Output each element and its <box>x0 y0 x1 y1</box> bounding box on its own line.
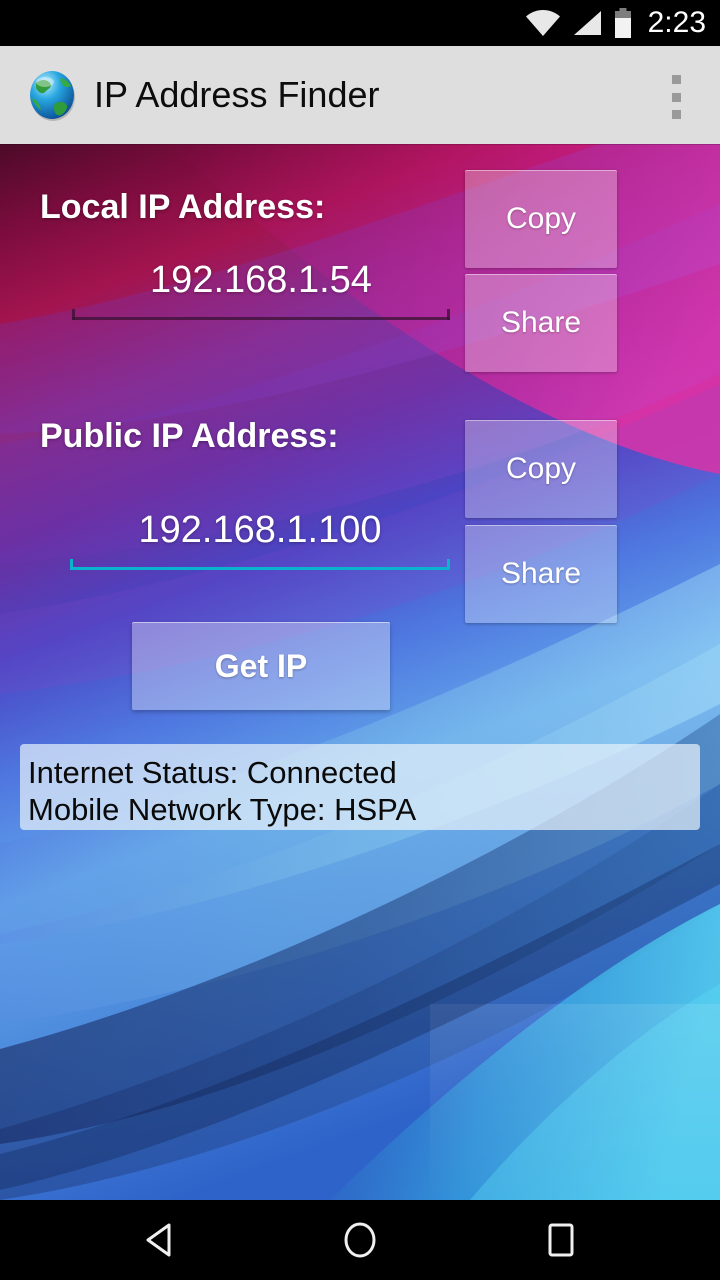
public-share-button[interactable]: Share <box>465 525 617 623</box>
home-circle-icon[interactable] <box>280 1200 440 1280</box>
status-bar-icons: 2:23 <box>525 0 706 46</box>
local-copy-button[interactable]: Copy <box>465 170 617 268</box>
overflow-dot <box>671 110 681 119</box>
recents-square-icon[interactable] <box>480 1200 640 1280</box>
wifi-icon <box>525 10 560 36</box>
local-ip-value: 192.168.1.54 <box>150 259 372 301</box>
public-ip-field[interactable]: 192.168.1.100 <box>70 504 450 570</box>
status-bar: 2:23 <box>0 0 720 46</box>
public-ip-underline <box>70 558 450 570</box>
back-triangle-icon[interactable] <box>80 1200 240 1280</box>
overflow-dot <box>671 92 681 102</box>
battery-icon <box>614 8 631 38</box>
status-bar-clock: 2:23 <box>647 6 706 39</box>
get-ip-button[interactable]: Get IP <box>132 622 390 710</box>
public-copy-button[interactable]: Copy <box>465 420 617 518</box>
public-ip-label: Public IP Address: <box>40 417 339 455</box>
main-content: Local IP Address: 192.168.1.54 Copy Shar… <box>0 144 720 1200</box>
overflow-dot <box>671 75 681 84</box>
local-ip-field[interactable]: 192.168.1.54 <box>72 254 450 320</box>
local-ip-label: Local IP Address: <box>40 188 326 226</box>
navigation-bar <box>0 1200 720 1280</box>
action-bar: IP Address Finder <box>0 46 720 144</box>
local-share-button[interactable]: Share <box>465 274 617 372</box>
mobile-network-type-text: Mobile Network Type: HSPA <box>28 792 417 827</box>
page-title: IP Address Finder <box>94 74 380 115</box>
cellular-signal-icon <box>573 11 601 35</box>
network-status-panel: Internet Status: Connected Mobile Networ… <box>20 744 700 830</box>
overflow-menu-icon[interactable] <box>658 73 694 121</box>
public-ip-value: 192.168.1.100 <box>138 509 382 551</box>
internet-status-text: Internet Status: Connected <box>28 755 397 790</box>
local-ip-underline <box>72 308 450 320</box>
globe-icon <box>30 71 75 121</box>
phone-screen: 2:23 IP Address Finder Local IP Address:… <box>0 0 720 1280</box>
